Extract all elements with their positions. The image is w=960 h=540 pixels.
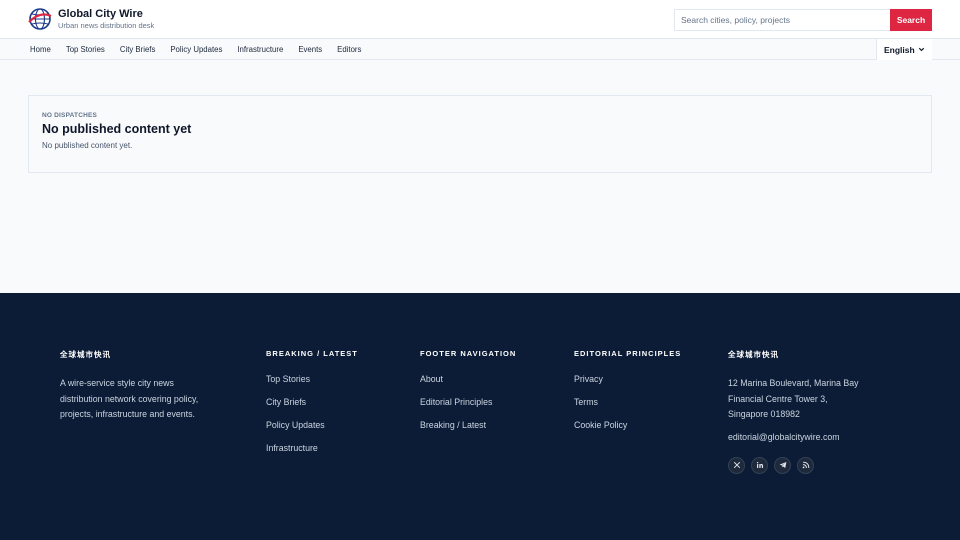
search-input[interactable] [674,9,890,31]
x-icon[interactable] [728,456,745,474]
footer-link-privacy[interactable]: Privacy [574,374,681,384]
footer-navigation: FOOTER NAVIGATION About Editorial Princi… [420,349,516,443]
site-header: Global City Wire Urban news distribution… [0,0,960,39]
globe-icon[interactable] [28,7,52,31]
footer-address: 12 Marina Boulevard, Marina Bay Financia… [728,376,878,423]
brand-subtitle: Urban news distribution desk [58,20,155,30]
rss-icon[interactable] [797,456,814,474]
search-button[interactable]: Search [890,9,932,31]
social-links [728,456,878,474]
nav-item-top-stories[interactable]: Top Stories [66,45,105,54]
footer-contact: 全球城市快讯 12 Marina Boulevard, Marina Bay F… [728,349,878,474]
footer-link-top-stories[interactable]: Top Stories [266,374,358,384]
linkedin-icon[interactable] [751,456,768,474]
footer-breaking-title: BREAKING / LATEST [266,349,358,358]
language-select[interactable]: English [876,39,932,60]
footer-address-line: 12 Marina Boulevard, Marina Bay [728,378,859,388]
footer-editorial: EDITORIAL PRINCIPLES Privacy Terms Cooki… [574,349,681,443]
footer-editorial-title: EDITORIAL PRINCIPLES [574,349,682,358]
footer-about: 全球城市快讯 A wire-service style city news di… [60,349,210,423]
footer-about-title: 全球城市快讯 [60,350,111,359]
footer-contact-title: 全球城市快讯 [728,350,779,359]
footer-navigation-title: FOOTER NAVIGATION [420,349,517,358]
footer-about-text: A wire-service style city news distribut… [60,378,199,419]
nav-item-home[interactable]: Home [30,45,51,54]
telegram-icon[interactable] [774,456,791,474]
site-footer: 全球城市快讯 A wire-service style city news di… [0,293,960,540]
nav-item-policy-updates[interactable]: Policy Updates [170,45,222,54]
footer-breaking: BREAKING / LATEST Top Stories City Brief… [266,349,358,466]
empty-state-body: No published content yet. [42,141,133,150]
chevron-down-icon [918,47,925,52]
footer-link-editorial-principles[interactable]: Editorial Principles [420,397,516,407]
footer-link-about[interactable]: About [420,374,516,384]
footer-address-line: Singapore 018982 [728,409,800,419]
empty-state-title: No published content yet [42,122,192,136]
nav-item-events[interactable]: Events [298,45,322,54]
empty-state-card: NO DISPATCHES No published content yet N… [28,95,932,173]
brand: Global City Wire Urban news distribution… [58,8,154,31]
footer-link-breaking-latest[interactable]: Breaking / Latest [420,420,516,430]
nav-item-editors[interactable]: Editors [337,45,361,54]
brand-title[interactable]: Global City Wire [58,8,154,21]
nav-item-city-briefs[interactable]: City Briefs [120,45,156,54]
nav-item-infrastructure[interactable]: Infrastructure [237,45,283,54]
search-form: Search [674,9,932,31]
footer-link-city-briefs[interactable]: City Briefs [266,397,358,407]
empty-state-eyebrow: NO DISPATCHES [42,112,98,119]
footer-link-infrastructure[interactable]: Infrastructure [266,443,358,453]
main-nav: Home Top Stories City Briefs Policy Upda… [0,39,960,60]
footer-link-policy-updates[interactable]: Policy Updates [266,420,358,430]
language-select-value: English [884,44,915,55]
footer-link-terms[interactable]: Terms [574,397,681,407]
footer-email-link[interactable]: editorial@globalcitywire.com [728,432,878,442]
footer-address-line: Financial Centre Tower 3, [728,393,828,404]
footer-link-cookie-policy[interactable]: Cookie Policy [574,420,681,430]
